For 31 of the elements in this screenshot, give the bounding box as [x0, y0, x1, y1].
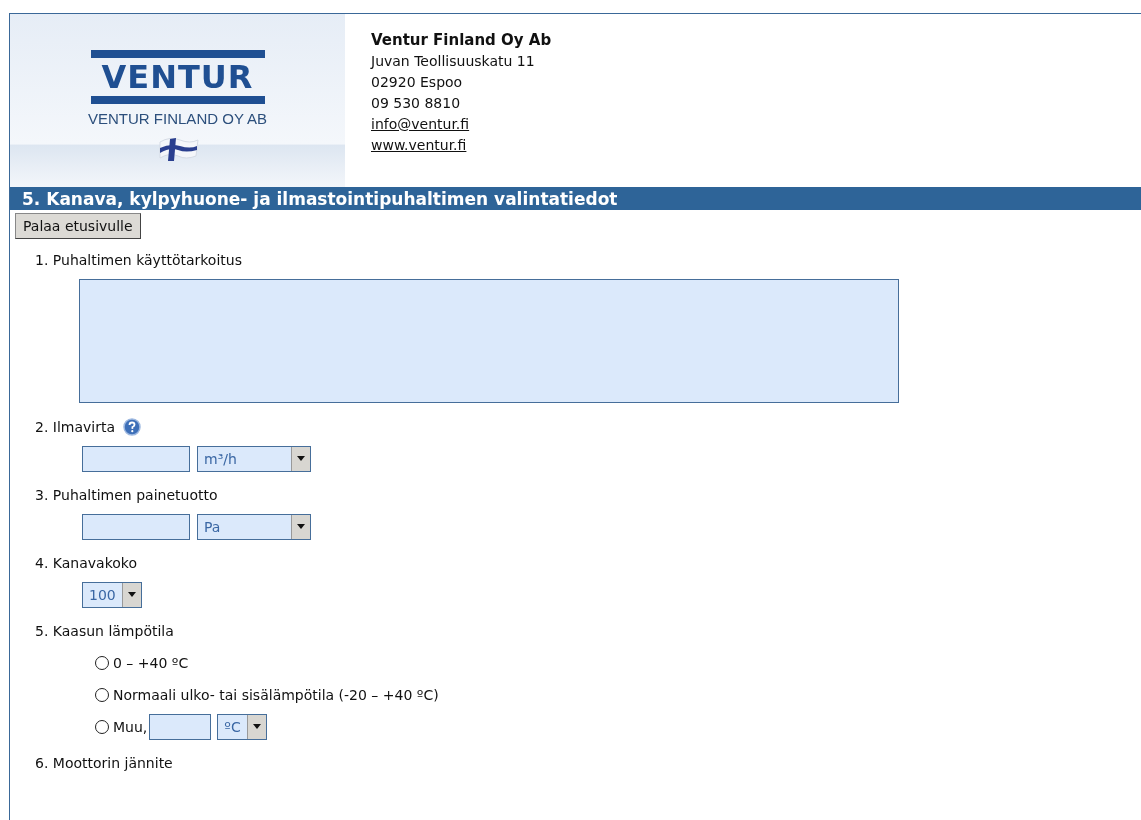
question-label: 4. Kanavakoko [35, 555, 137, 571]
question-label: 3. Puhaltimen painetuotto [35, 487, 218, 503]
value-field[interactable] [149, 714, 212, 740]
logo-subtitle: VENTUR FINLAND OY AB [88, 110, 267, 127]
contact-line: 02920 Espoo [371, 73, 464, 92]
size-dropdown[interactable]: 100 [82, 582, 142, 608]
unit-dropdown[interactable]: ºC [217, 714, 267, 740]
option-label: Normaali ulko- tai sisälämpötila (-20 – +40 ºC) [113, 687, 439, 703]
question-label: 2. Ilmavirta [35, 419, 116, 435]
logo-wordmark: VENTUR [100, 60, 255, 94]
contact-line: Juvan Teollisuuskatu 11 [371, 52, 536, 71]
unit-dropdown[interactable]: m³/h [197, 446, 311, 472]
unit-dropdown[interactable]: Pa [197, 514, 311, 540]
option-label: Muu, [113, 719, 148, 735]
caret-icon [291, 447, 310, 471]
caret-icon [246, 715, 266, 739]
question-label: 1. Puhaltimen käyttötarkoitus [35, 252, 242, 268]
contact-link[interactable]: www.ventur.fi [371, 137, 467, 153]
help-icon[interactable] [123, 418, 142, 436]
section-title: 5. Kanava, kylpyhuone- ja ilmastointipuhaltimen valintatiedot [10, 187, 1141, 210]
option-label: 0 – +40 ºC [113, 655, 189, 671]
value-field[interactable] [82, 446, 190, 472]
contact-link[interactable]: info@ventur.fi [371, 116, 470, 132]
contact-line: 09 530 8810 [371, 94, 462, 113]
caret-icon [291, 515, 310, 539]
company-name: Ventur Finland Oy Ab [371, 30, 552, 51]
value-field[interactable] [82, 514, 190, 540]
question-label: 5. Kaasun lämpötila [35, 623, 174, 639]
back-button[interactable]: Palaa etusivulle [15, 213, 141, 239]
question-label: 6. Moottorin jännite [35, 755, 173, 771]
caret-icon [121, 583, 141, 607]
